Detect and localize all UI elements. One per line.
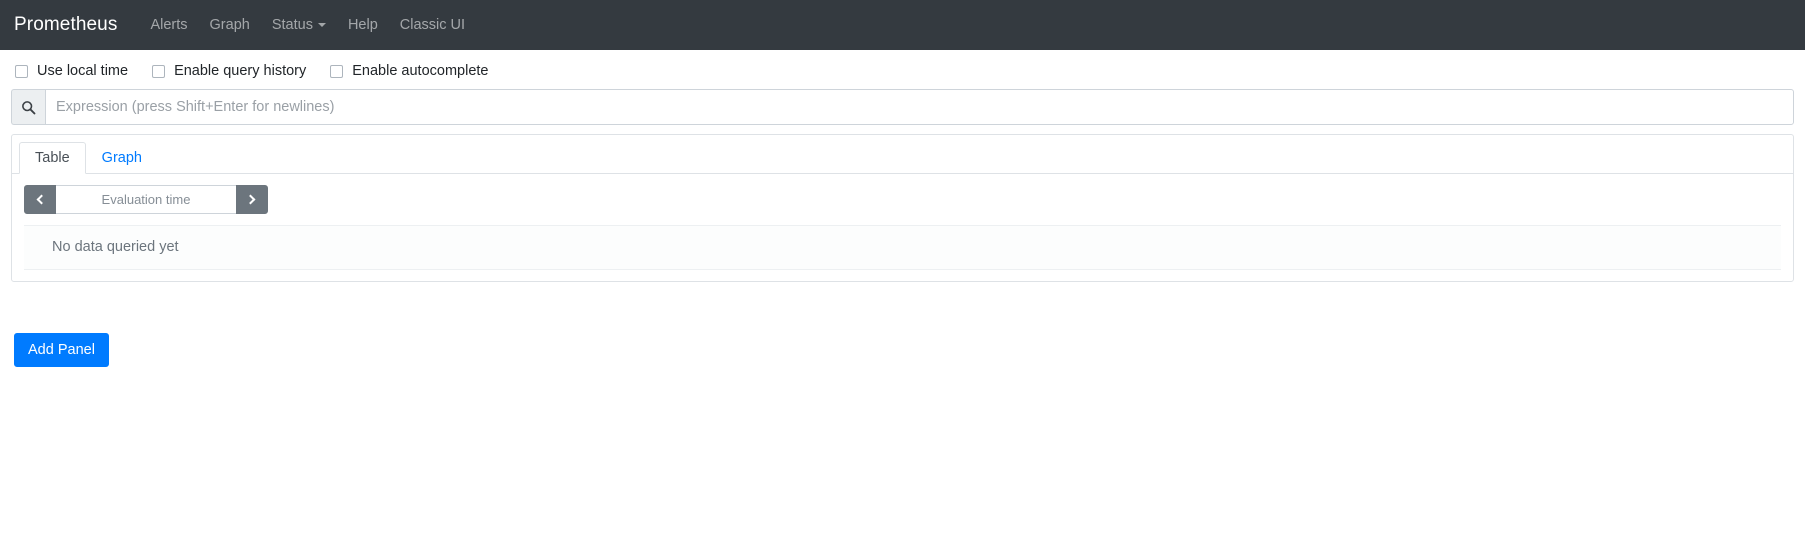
checkbox-use-local-time[interactable]: Use local time — [15, 63, 128, 79]
panel-tabs: Table Graph — [12, 135, 1793, 174]
search-icon-button[interactable] — [11, 89, 45, 125]
page-content: Use local time Enable query history Enab… — [0, 50, 1805, 367]
checkbox-enable-autocomplete[interactable]: Enable autocomplete — [330, 63, 489, 79]
evaluation-time-next-button[interactable] — [236, 185, 268, 214]
empty-state-message: No data queried yet — [24, 225, 1781, 270]
nav-link-alerts-label: Alerts — [150, 17, 188, 33]
expression-input[interactable] — [45, 89, 1794, 125]
nav-link-graph[interactable]: Graph — [199, 9, 261, 41]
brand-prometheus[interactable]: Prometheus — [14, 14, 117, 36]
checkbox-enable-autocomplete-label: Enable autocomplete — [352, 63, 489, 79]
add-panel-button[interactable]: Add Panel — [14, 333, 109, 367]
query-panel: Table Graph Evaluation time No data quer… — [11, 134, 1794, 282]
nav-link-classic-ui[interactable]: Classic UI — [389, 9, 476, 41]
checkbox-enable-autocomplete-box[interactable] — [330, 64, 344, 78]
search-icon — [22, 100, 36, 114]
panel-body: Evaluation time No data queried yet — [12, 174, 1793, 281]
evaluation-time-group: Evaluation time — [24, 185, 268, 214]
evaluation-time-prev-button[interactable] — [24, 185, 56, 214]
nav-link-help-label: Help — [347, 17, 378, 33]
query-options-row: Use local time Enable query history Enab… — [11, 50, 1794, 89]
checkbox-enable-query-history[interactable]: Enable query history — [152, 63, 306, 79]
chevron-left-icon — [36, 194, 47, 205]
nav-link-status[interactable]: Status — [261, 9, 337, 41]
nav-links: Alerts Graph Status Help Classic UI — [139, 9, 476, 41]
checkbox-enable-query-history-label: Enable query history — [174, 63, 307, 79]
nav-link-classic-ui-label: Classic UI — [399, 17, 466, 33]
nav-link-alerts[interactable]: Alerts — [139, 9, 198, 41]
checkbox-use-local-time-label: Use local time — [37, 63, 129, 79]
tab-table[interactable]: Table — [19, 142, 86, 174]
tab-graph[interactable]: Graph — [86, 142, 158, 174]
checkbox-use-local-time-box[interactable] — [15, 64, 28, 78]
checkbox-enable-query-history-box[interactable] — [152, 64, 166, 78]
evaluation-time-input[interactable]: Evaluation time — [56, 185, 236, 214]
expression-input-group — [11, 89, 1794, 125]
chevron-right-icon — [245, 194, 256, 205]
nav-link-help[interactable]: Help — [337, 9, 389, 41]
navbar: Prometheus Alerts Graph Status Help Clas… — [0, 0, 1805, 50]
nav-link-graph-label: Graph — [209, 17, 250, 33]
chevron-down-icon — [317, 23, 326, 27]
nav-link-status-label: Status — [271, 17, 313, 33]
